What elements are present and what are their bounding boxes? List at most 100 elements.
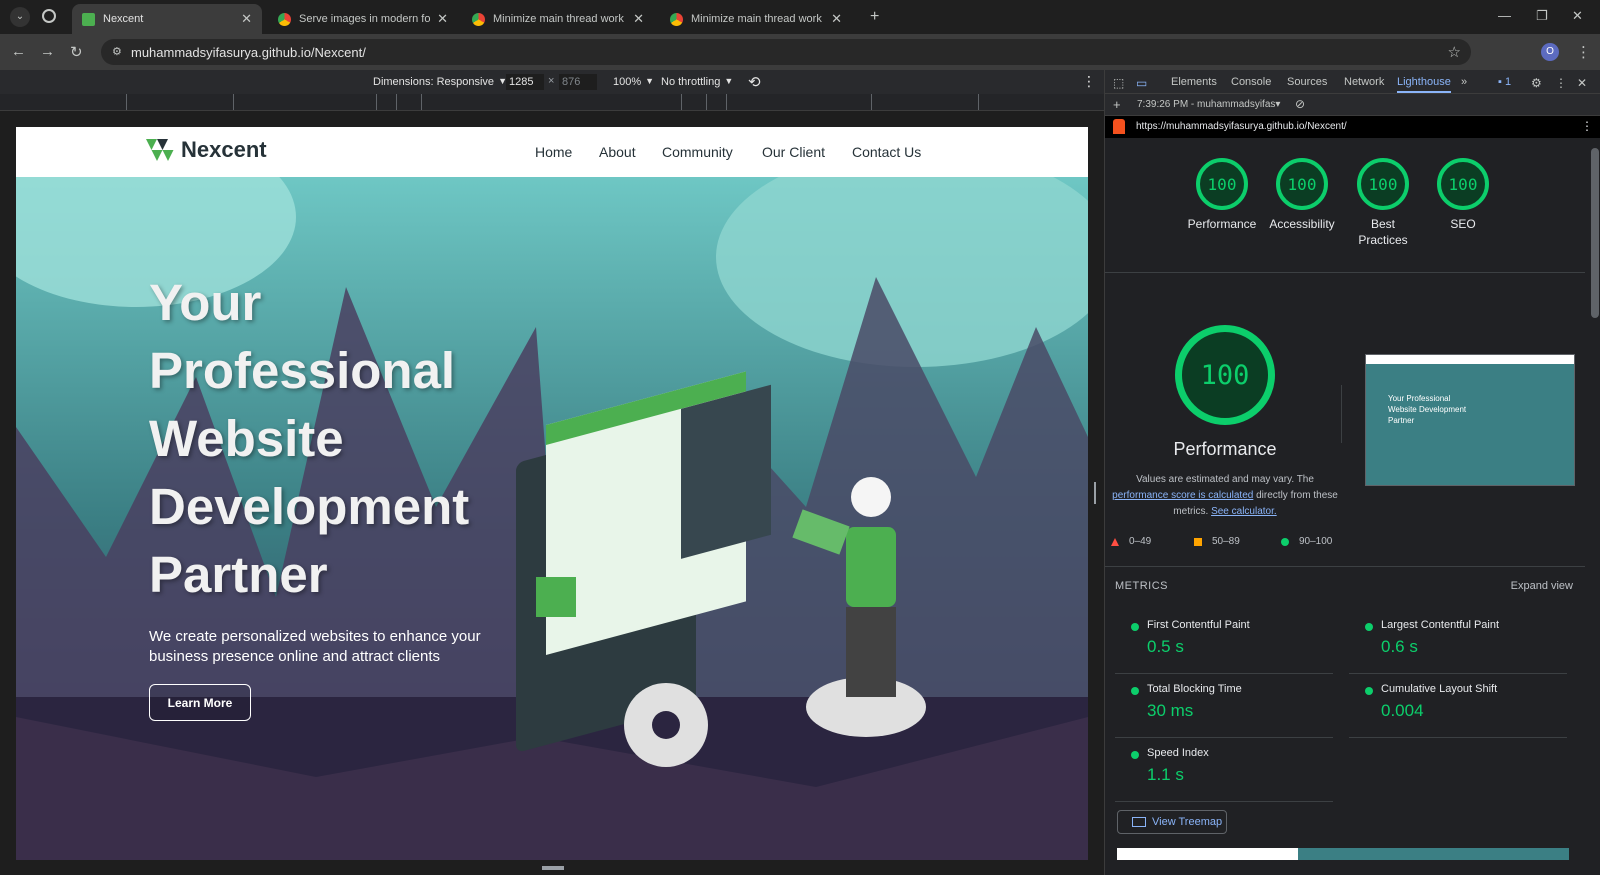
legend-range: 0–49 bbox=[1129, 536, 1152, 547]
see-calculator-link[interactable]: See calculator. bbox=[1211, 506, 1277, 517]
close-tab-icon[interactable]: ✕ bbox=[437, 11, 448, 27]
tab-network[interactable]: Network bbox=[1344, 76, 1384, 88]
tab-search-icon[interactable]: ⌄ bbox=[10, 7, 30, 27]
address-bar[interactable]: ⚙ muhammadsyifasurya.github.io/Nexcent/ … bbox=[101, 39, 1471, 65]
zoom-select[interactable]: 100% ▼ bbox=[613, 76, 654, 88]
device-toolbar-menu-icon[interactable]: ⋮ bbox=[1082, 73, 1096, 90]
restore-window-icon[interactable]: ❐ bbox=[1536, 8, 1548, 24]
report-selector[interactable]: 7:39:26 PM - muhammadsyifas▾ bbox=[1137, 99, 1280, 110]
throttling-label: No throttling bbox=[661, 76, 721, 88]
height-input[interactable]: 876 bbox=[559, 74, 597, 90]
legend-pass: 90–100 bbox=[1281, 536, 1332, 547]
more-tabs-icon[interactable]: » bbox=[1461, 76, 1467, 88]
new-tab-button[interactable]: + bbox=[870, 8, 879, 26]
rotate-icon[interactable]: ⟲ bbox=[748, 73, 761, 91]
final-screenshot-thumbnail[interactable]: Your Professional Website Development Pa… bbox=[1365, 354, 1575, 486]
back-icon[interactable]: ← bbox=[11, 43, 26, 60]
throttling-select[interactable]: No throttling ▼ bbox=[661, 76, 733, 88]
legend-range: 50–89 bbox=[1212, 536, 1240, 547]
tab-minimize-main-thread-2[interactable]: Minimize main thread work | L ✕ bbox=[660, 4, 852, 34]
chrome-favicon-icon bbox=[670, 12, 683, 26]
treemap-label: View Treemap bbox=[1152, 816, 1223, 828]
close-tab-icon[interactable]: ✕ bbox=[633, 11, 644, 27]
inspect-element-icon[interactable]: ⬚ bbox=[1113, 76, 1124, 90]
hero-title-line: Your bbox=[149, 274, 262, 331]
tab-minimize-main-thread-1[interactable]: Minimize main thread work | L ✕ bbox=[462, 4, 654, 34]
tab-serve-images[interactable]: Serve images in modern format ✕ bbox=[268, 4, 458, 34]
devtools-panel: ⬚ ▭ Elements Console Sources Network Lig… bbox=[1104, 70, 1600, 875]
score-calculated-link[interactable]: performance score is calculated bbox=[1112, 490, 1253, 501]
close-window-icon[interactable]: ✕ bbox=[1572, 8, 1583, 24]
settings-gear-icon[interactable]: ⚙ bbox=[1531, 76, 1542, 90]
hero-title: Your Professional Website Development Pa… bbox=[149, 269, 469, 609]
hero-title-line: Professional bbox=[149, 342, 456, 399]
device-toolbar: Dimensions: Responsive ▼ 1285 × 876 100%… bbox=[0, 70, 1104, 94]
square-icon bbox=[1194, 537, 1202, 546]
view-treemap-button[interactable]: View Treemap bbox=[1117, 810, 1227, 834]
width-input[interactable]: 1285 bbox=[506, 74, 544, 90]
nav-community[interactable]: Community bbox=[662, 144, 733, 160]
forward-icon[interactable]: → bbox=[40, 43, 55, 60]
nexcent-favicon-icon bbox=[82, 12, 95, 26]
nav-our-client[interactable]: Our Client bbox=[762, 144, 825, 160]
gauge-best-practices[interactable]: 100 Best Practices bbox=[1343, 158, 1423, 248]
globe-icon[interactable] bbox=[42, 9, 56, 23]
score-ring: 100 bbox=[1196, 158, 1248, 210]
nexcent-logo-icon bbox=[146, 139, 174, 161]
metrics-title: METRICS bbox=[1115, 580, 1168, 592]
site-info-icon[interactable]: ⚙ bbox=[112, 45, 122, 58]
devtools-scrollbar[interactable] bbox=[1591, 148, 1599, 318]
devtools-menu-icon[interactable]: ⋮ bbox=[1555, 76, 1567, 90]
new-report-icon[interactable]: + bbox=[1113, 97, 1121, 112]
metric-value: 0.5 s bbox=[1147, 637, 1184, 656]
gauge-accessibility[interactable]: 100 Accessibility bbox=[1262, 158, 1342, 232]
tab-nexcent[interactable]: Nexcent ✕ bbox=[72, 4, 262, 34]
pass-dot-icon bbox=[1365, 623, 1373, 631]
close-tab-icon[interactable]: ✕ bbox=[831, 11, 842, 27]
note-text: Values are estimated and may vary. The bbox=[1136, 474, 1314, 485]
brand-name[interactable]: Nexcent bbox=[181, 137, 267, 163]
issues-badge[interactable]: ▪ 1 bbox=[1498, 76, 1511, 88]
metric-value: 30 ms bbox=[1147, 701, 1194, 720]
resize-handle-bottom[interactable] bbox=[542, 866, 564, 870]
report-url[interactable]: https://muhammadsyifasurya.github.io/Nex… bbox=[1136, 121, 1347, 132]
chrome-favicon-icon bbox=[278, 12, 291, 26]
gauge-performance[interactable]: 100 Performance bbox=[1182, 158, 1262, 232]
report-menu-icon[interactable]: ⋮ bbox=[1581, 119, 1593, 133]
resize-handle-right[interactable] bbox=[1094, 482, 1098, 504]
close-tab-icon[interactable]: ✕ bbox=[241, 11, 252, 27]
pass-dot-icon bbox=[1131, 751, 1139, 759]
metric-name: Speed Index bbox=[1147, 747, 1209, 759]
gauge-label: Best Practices bbox=[1358, 217, 1408, 247]
device-toggle-icon[interactable]: ▭ bbox=[1136, 76, 1147, 90]
reload-icon[interactable]: ↻ bbox=[70, 43, 83, 61]
tab-sources[interactable]: Sources bbox=[1287, 76, 1327, 88]
media-query-ruler[interactable] bbox=[0, 94, 1104, 111]
clear-reports-icon[interactable]: ⊘ bbox=[1295, 97, 1305, 111]
devtools-tabbar: ⬚ ▭ Elements Console Sources Network Lig… bbox=[1105, 70, 1600, 94]
nav-about[interactable]: About bbox=[599, 144, 636, 160]
profile-avatar[interactable]: O bbox=[1541, 43, 1559, 61]
chrome-favicon-icon bbox=[472, 12, 485, 26]
bookmark-star-icon[interactable]: ☆ bbox=[1448, 43, 1461, 61]
expand-view-toggle[interactable]: Expand view bbox=[1511, 580, 1573, 592]
pass-dot-icon bbox=[1365, 687, 1373, 695]
tab-console[interactable]: Console bbox=[1231, 76, 1271, 88]
performance-score-ring: 100 bbox=[1175, 325, 1275, 425]
legend-average: 50–89 bbox=[1194, 536, 1240, 547]
divider bbox=[1105, 566, 1585, 567]
metric-value: 0.6 s bbox=[1381, 637, 1418, 656]
tab-elements[interactable]: Elements bbox=[1171, 76, 1217, 88]
learn-more-button[interactable]: Learn More bbox=[149, 684, 251, 721]
close-devtools-icon[interactable]: ✕ bbox=[1577, 76, 1587, 90]
hero-title-line: Partner bbox=[149, 546, 328, 603]
minimize-window-icon[interactable]: — bbox=[1498, 8, 1511, 23]
triangle-icon bbox=[1111, 537, 1119, 546]
nav-home[interactable]: Home bbox=[535, 144, 572, 160]
performance-note: Values are estimated and may vary. The p… bbox=[1105, 472, 1345, 520]
gauge-seo[interactable]: 100 SEO bbox=[1423, 158, 1503, 232]
browser-menu-icon[interactable]: ⋮ bbox=[1576, 43, 1591, 61]
nav-contact-us[interactable]: Contact Us bbox=[852, 144, 921, 160]
dimensions-select[interactable]: Dimensions: Responsive ▼ bbox=[373, 76, 507, 88]
tab-lighthouse[interactable]: Lighthouse bbox=[1397, 76, 1451, 93]
